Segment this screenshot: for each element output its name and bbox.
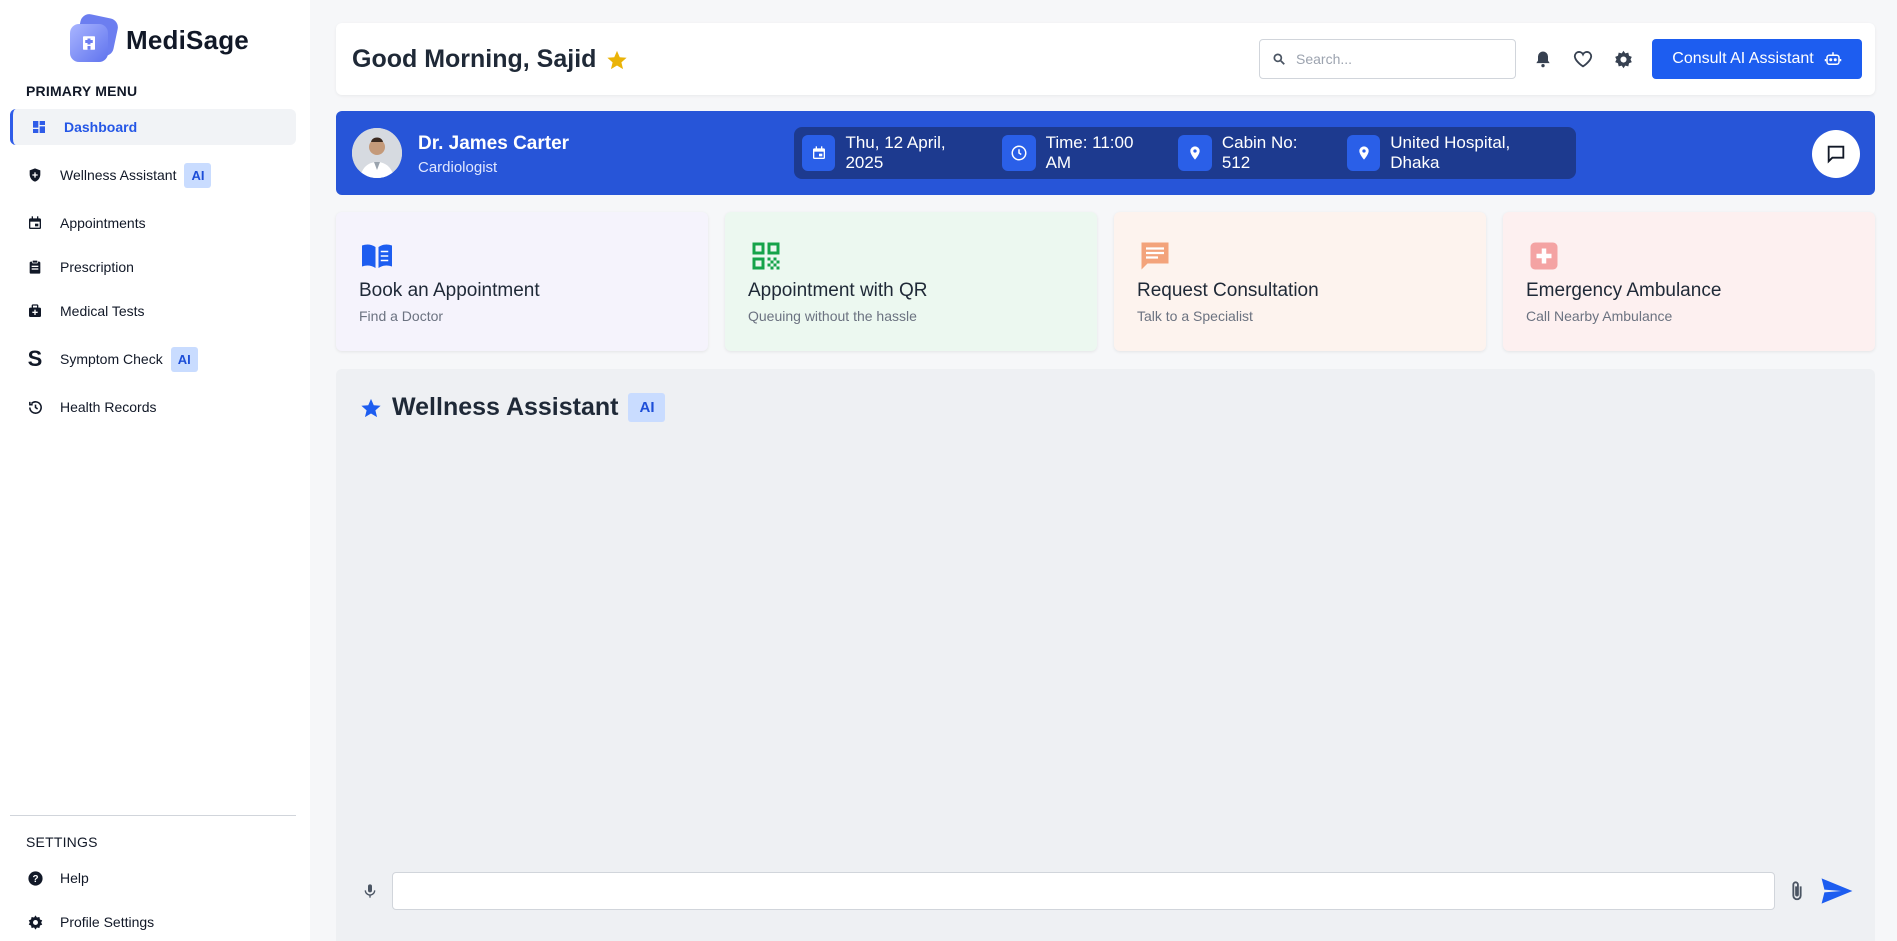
doctor-appointment-banner: Dr. James Carter Cardiologist Thu, 12 Ap…: [336, 111, 1875, 195]
ai-badge: AI: [170, 346, 198, 372]
sidebar-item-label: Health Records: [60, 399, 157, 415]
doctor-avatar: [352, 128, 402, 178]
doctor-name: Dr. James Carter: [418, 133, 570, 154]
search-input[interactable]: [1296, 51, 1496, 67]
appointment-time: Time: 11:00 AM: [1002, 133, 1154, 173]
sidebar-item-prescription[interactable]: Prescription: [10, 249, 296, 285]
app-name: MediSage: [126, 24, 249, 55]
card-appointment-qr[interactable]: Appointment with QR Queuing without the …: [725, 212, 1097, 351]
bell-icon: [1536, 51, 1550, 68]
logo-icon: [68, 12, 120, 64]
search-icon: [1273, 53, 1285, 65]
sidebar-item-dashboard[interactable]: Dashboard: [10, 109, 296, 145]
location-pin-icon: [1178, 135, 1212, 171]
heart-icon: [1573, 51, 1593, 68]
ai-badge: AI: [184, 162, 212, 188]
wellness-title-text: Wellness Assistant: [392, 393, 619, 421]
notifications-button[interactable]: [1531, 47, 1555, 71]
card-subtitle: Find a Doctor: [359, 308, 444, 324]
star-icon: [361, 398, 381, 417]
doctor-specialty: Cardiologist: [418, 159, 498, 176]
appointment-date: Thu, 12 April, 2025: [802, 133, 978, 173]
gear-icon: [1614, 50, 1632, 68]
svg-text:?: ?: [32, 874, 38, 885]
message-input[interactable]: [392, 872, 1775, 910]
wellness-assistant-panel: Wellness Assistant AI: [336, 369, 1875, 941]
chat-input-row: [360, 871, 1860, 911]
sidebar-item-label: Profile Settings: [60, 914, 155, 930]
appointment-date-text: Thu, 12 April, 2025: [845, 133, 946, 172]
settings-heading: SETTINGS: [26, 834, 98, 850]
card-title: Book an Appointment: [359, 280, 540, 301]
chat-icon: [1827, 145, 1845, 164]
sidebar-item-label: Symptom Check: [60, 351, 163, 367]
sidebar-item-label: Prescription: [60, 259, 134, 275]
app-logo[interactable]: MediSage: [68, 12, 249, 64]
message-doctor-button[interactable]: [1812, 130, 1860, 178]
gear-icon: [26, 913, 44, 931]
card-request-consultation[interactable]: Request Consultation Talk to a Specialis…: [1114, 212, 1486, 351]
medical-cross-icon: [1526, 238, 1562, 274]
card-title: Emergency Ambulance: [1526, 280, 1722, 301]
medical-bag-icon: [26, 302, 44, 320]
appointment-time-text: Time: 11:00 AM: [1045, 133, 1134, 172]
location-pin-icon: [1346, 135, 1381, 171]
sidebar-item-profile-settings[interactable]: Profile Settings: [10, 904, 296, 940]
calendar-icon: [802, 135, 836, 171]
sidebar-item-medical-tests[interactable]: Medical Tests: [10, 293, 296, 329]
star-icon: [607, 50, 628, 69]
greeting-text: Good Morning, Sajid: [352, 45, 597, 73]
history-icon: [26, 398, 44, 416]
consult-ai-button[interactable]: Consult AI Assistant: [1652, 39, 1862, 79]
appointment-cabin: Cabin No: 512: [1178, 133, 1322, 173]
appointment-details: Thu, 12 April, 2025 Time: 11:00 AM Cabin…: [794, 127, 1576, 179]
appointment-cabin-text: Cabin No: 512: [1221, 133, 1298, 172]
card-book-appointment[interactable]: Book an Appointment Find a Doctor: [336, 212, 708, 351]
sidebar-item-label: Help: [60, 870, 89, 886]
attachment-icon[interactable]: [1787, 880, 1807, 902]
microphone-icon[interactable]: [360, 881, 380, 901]
sidebar-item-symptom-check[interactable]: S Symptom Check AI: [10, 341, 296, 377]
s-letter-icon: S: [27, 346, 43, 371]
card-subtitle: Talk to a Specialist: [1137, 308, 1253, 324]
send-icon[interactable]: [1819, 876, 1855, 906]
card-title: Request Consultation: [1137, 280, 1319, 301]
ai-badge: AI: [628, 393, 666, 422]
qr-code-icon: [748, 238, 784, 274]
message-icon: [1137, 238, 1173, 274]
greeting: Good Morning, Sajid: [352, 45, 628, 74]
help-icon: ?: [26, 869, 44, 887]
primary-menu-heading: PRIMARY MENU: [26, 83, 138, 99]
sidebar-item-label: Medical Tests: [60, 303, 145, 319]
dashboard-icon: [30, 118, 48, 136]
sidebar-item-wellness-assistant[interactable]: Wellness Assistant AI: [10, 157, 296, 193]
sidebar-item-health-records[interactable]: Health Records: [10, 389, 296, 425]
top-header: Good Morning, Sajid Consult AI Assistant: [336, 23, 1875, 95]
favorites-button[interactable]: [1571, 47, 1595, 71]
settings-button[interactable]: [1611, 47, 1635, 71]
sidebar-item-help[interactable]: ? Help: [10, 860, 296, 896]
card-emergency-ambulance[interactable]: Emergency Ambulance Call Nearby Ambulanc…: [1503, 212, 1875, 351]
clipboard-icon: [26, 258, 44, 276]
card-subtitle: Queuing without the hassle: [748, 308, 917, 324]
search-box[interactable]: [1259, 39, 1516, 79]
card-subtitle: Call Nearby Ambulance: [1526, 308, 1673, 324]
appointment-hospital-text: United Hospital, Dhaka: [1390, 133, 1511, 172]
sidebar-item-appointments[interactable]: Appointments: [10, 205, 296, 241]
shield-icon: [26, 166, 44, 184]
clock-icon: [1002, 135, 1036, 171]
consult-ai-label: Consult AI Assistant: [1672, 50, 1814, 67]
sidebar-item-label: Dashboard: [64, 119, 138, 135]
sidebar-item-label: Appointments: [60, 215, 146, 231]
book-icon: [359, 238, 395, 274]
appointment-hospital: United Hospital, Dhaka: [1346, 133, 1552, 173]
sidebar-item-label: Wellness Assistant: [60, 167, 177, 183]
wellness-title: Wellness Assistant AI: [360, 393, 666, 422]
sidebar-divider: [10, 815, 296, 816]
calendar-icon: [26, 214, 44, 232]
sidebar: MediSage PRIMARY MENU Dashboard Wellness…: [0, 0, 310, 941]
robot-icon: [1824, 52, 1841, 65]
card-title: Appointment with QR: [748, 280, 928, 301]
